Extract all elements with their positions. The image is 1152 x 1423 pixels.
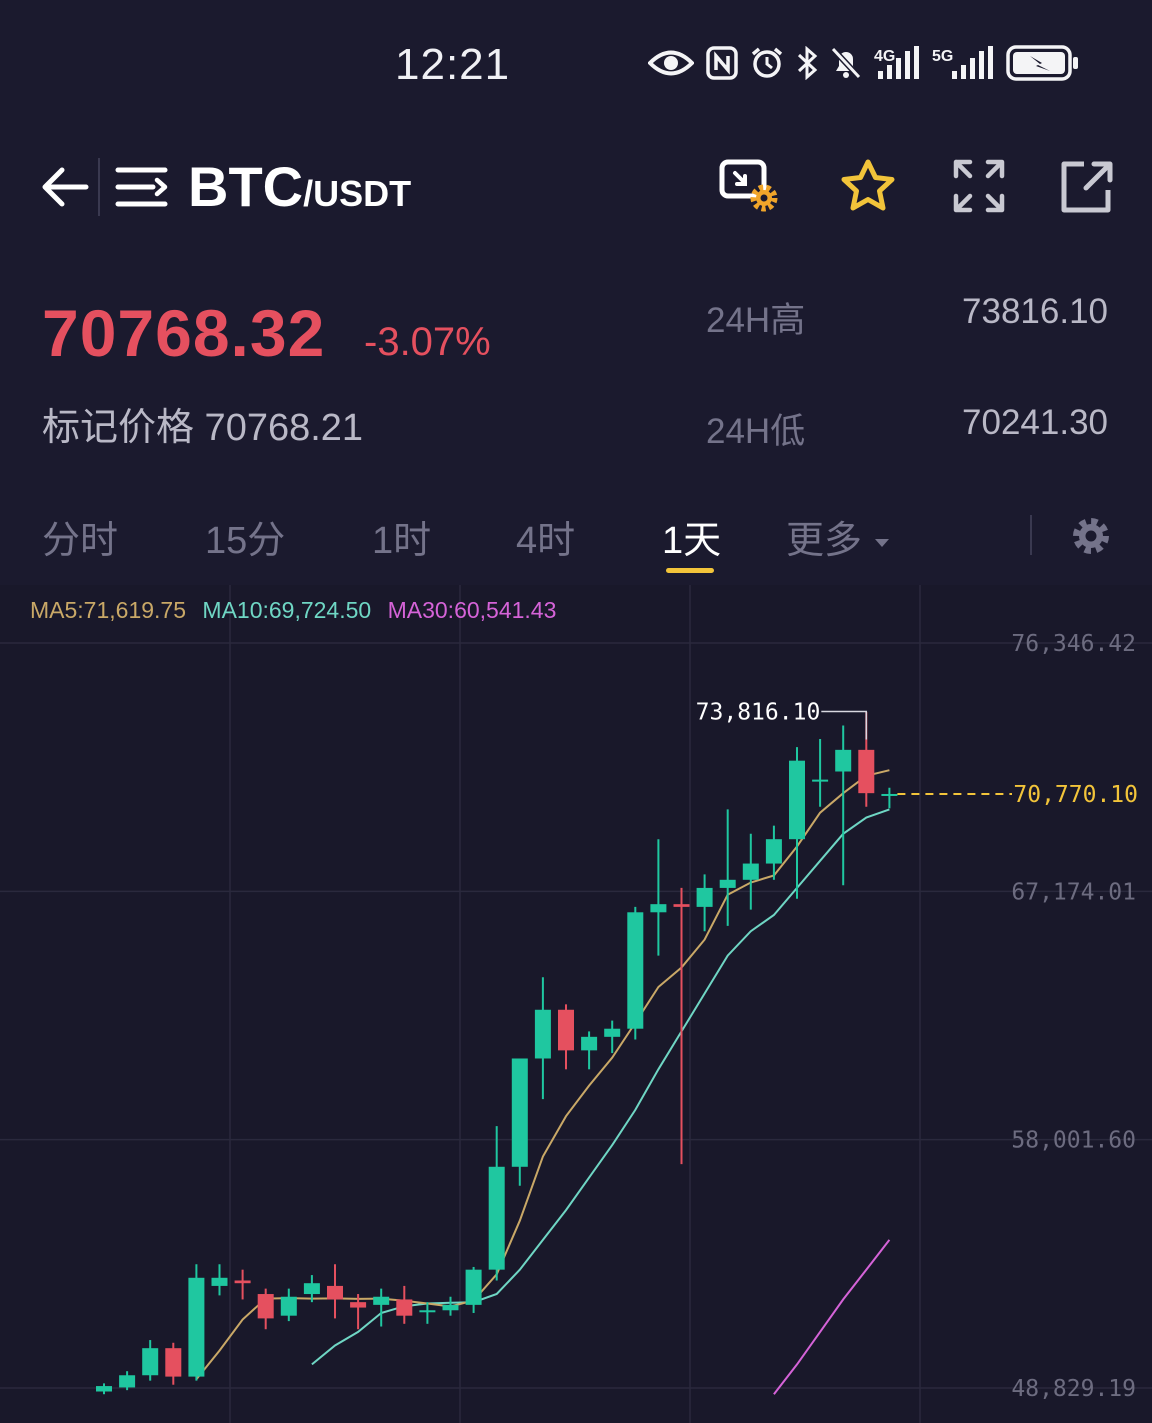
- svg-text:5G: 5G: [932, 48, 953, 65]
- candle-body: [789, 760, 805, 840]
- star-icon: [841, 159, 895, 211]
- header: BTC/USDT: [0, 140, 1152, 235]
- candle-body: [488, 1166, 505, 1270]
- expand-icon: [953, 159, 1005, 213]
- price-change: -3.07%: [364, 320, 491, 364]
- share-button[interactable]: [1058, 158, 1122, 216]
- interval-tabs: 分时 15分 1时 4时 1天 更多: [0, 495, 1152, 580]
- tab-1h[interactable]: 1时: [372, 509, 431, 564]
- tab-time-share[interactable]: 分时: [42, 509, 118, 564]
- eye-icon: [648, 48, 694, 78]
- y-axis-label: 48,829.19: [1011, 1376, 1136, 1402]
- signal-4g-icon: 4G: [874, 45, 920, 81]
- active-tab-indicator: [666, 568, 714, 573]
- dropdown-triangle-icon: [875, 538, 890, 547]
- candle-body: [604, 1028, 621, 1037]
- ma-legend: MA5:71,619.75 MA10:69,724.50 MA30:60,541…: [30, 597, 566, 624]
- ma10-legend: MA10:69,724.50: [202, 597, 372, 623]
- pair-menu-button[interactable]: [115, 162, 170, 212]
- tab-more-label: 更多: [786, 520, 863, 562]
- high-annotation-label: 73,816.10: [696, 700, 821, 726]
- display-settings-icon: [719, 159, 778, 212]
- back-arrow-icon: [42, 167, 89, 207]
- candle-body: [858, 749, 875, 794]
- status-bar: 12:21 4G 5G: [0, 0, 1152, 120]
- favorite-button[interactable]: [838, 158, 902, 216]
- gear-icon: [1073, 518, 1109, 554]
- last-price: 70768.32: [42, 296, 326, 370]
- candle-body: [96, 1386, 112, 1392]
- candle-body: [280, 1296, 297, 1316]
- share-icon: [1061, 161, 1113, 213]
- candle-body: [373, 1296, 390, 1305]
- candle-body: [165, 1348, 182, 1377]
- candle-body: [581, 1036, 598, 1051]
- fullscreen-button[interactable]: [948, 158, 1012, 216]
- candle-body: [188, 1277, 205, 1377]
- mute-icon: [830, 46, 862, 80]
- signal-5g-icon: 5G: [932, 45, 994, 81]
- candle-body: [327, 1285, 343, 1300]
- ma30-line: [773, 1239, 891, 1395]
- candle-body: [742, 863, 759, 880]
- candle-body: [881, 793, 898, 796]
- battery-charging-icon: [1006, 44, 1080, 82]
- header-divider: [98, 158, 100, 216]
- candle-body: [673, 904, 690, 907]
- tab-4h[interactable]: 4时: [516, 509, 575, 564]
- candle-body: [119, 1375, 136, 1388]
- candle-body: [350, 1302, 367, 1308]
- low-24h-label: 24H低: [706, 412, 806, 451]
- candle-body: [142, 1348, 159, 1376]
- candlestick-chart[interactable]: 76,346.42 67,174.01 58,001.60 48,829.19 73,8…: [0, 585, 1152, 1423]
- back-button[interactable]: [38, 162, 92, 212]
- svg-text:4G: 4G: [874, 48, 895, 65]
- ma5-legend: MA5:71,619.75: [30, 597, 187, 623]
- alarm-icon: [750, 46, 784, 80]
- mark-price: 标记价格 70768.21: [42, 407, 364, 449]
- display-settings-button[interactable]: [718, 158, 782, 216]
- candle-body: [442, 1304, 459, 1311]
- candle-body: [627, 912, 644, 1029]
- candle-body: [558, 1009, 574, 1051]
- candle-body: [465, 1269, 482, 1305]
- ma10-line: [311, 808, 890, 1366]
- y-axis-label: 58,001.60: [1011, 1128, 1136, 1154]
- chart-settings-button[interactable]: [1068, 513, 1114, 559]
- pair-quote: /USDT: [303, 173, 412, 214]
- candle-body: [211, 1277, 228, 1286]
- status-icons: 4G 5G: [648, 44, 1080, 82]
- tab-1d[interactable]: 1天: [662, 509, 721, 564]
- candle-body: [812, 779, 829, 782]
- candle-body: [511, 1058, 528, 1167]
- trading-pair[interactable]: BTC/USDT: [188, 154, 411, 219]
- menu-icon: [115, 167, 168, 207]
- candle-body: [696, 887, 713, 907]
- status-time: 12:21: [395, 40, 511, 89]
- ma30-legend: MA30:60,541.43: [387, 597, 557, 623]
- chart-svg[interactable]: 76,346.42 67,174.01 58,001.60 48,829.19 73,8…: [0, 585, 1152, 1423]
- candle-body: [257, 1294, 274, 1319]
- candle-body: [719, 879, 736, 888]
- candle-body: [765, 839, 782, 864]
- candle-body: [234, 1280, 251, 1284]
- tabs-divider: [1030, 515, 1032, 555]
- y-axis-label: 67,174.01: [1011, 879, 1136, 905]
- tab-more[interactable]: 更多: [786, 509, 890, 564]
- candle-body: [835, 749, 852, 772]
- bluetooth-icon: [796, 46, 818, 80]
- y-axis-label: 76,346.42: [1011, 631, 1136, 657]
- tab-15m[interactable]: 15分: [205, 509, 285, 564]
- low-24h-value: 70241.30: [962, 403, 1108, 442]
- candle-body: [650, 904, 667, 913]
- pair-base: BTC: [188, 155, 304, 218]
- candle-body: [534, 1009, 551, 1059]
- candle-body: [419, 1310, 436, 1313]
- high-24h-value: 73816.10: [962, 292, 1108, 331]
- candle-body: [303, 1283, 320, 1295]
- high-24h-label: 24H高: [706, 301, 806, 340]
- candle-body: [396, 1299, 413, 1316]
- nfc-icon: [706, 46, 738, 80]
- current-price-label: 70,770.10: [1013, 782, 1138, 808]
